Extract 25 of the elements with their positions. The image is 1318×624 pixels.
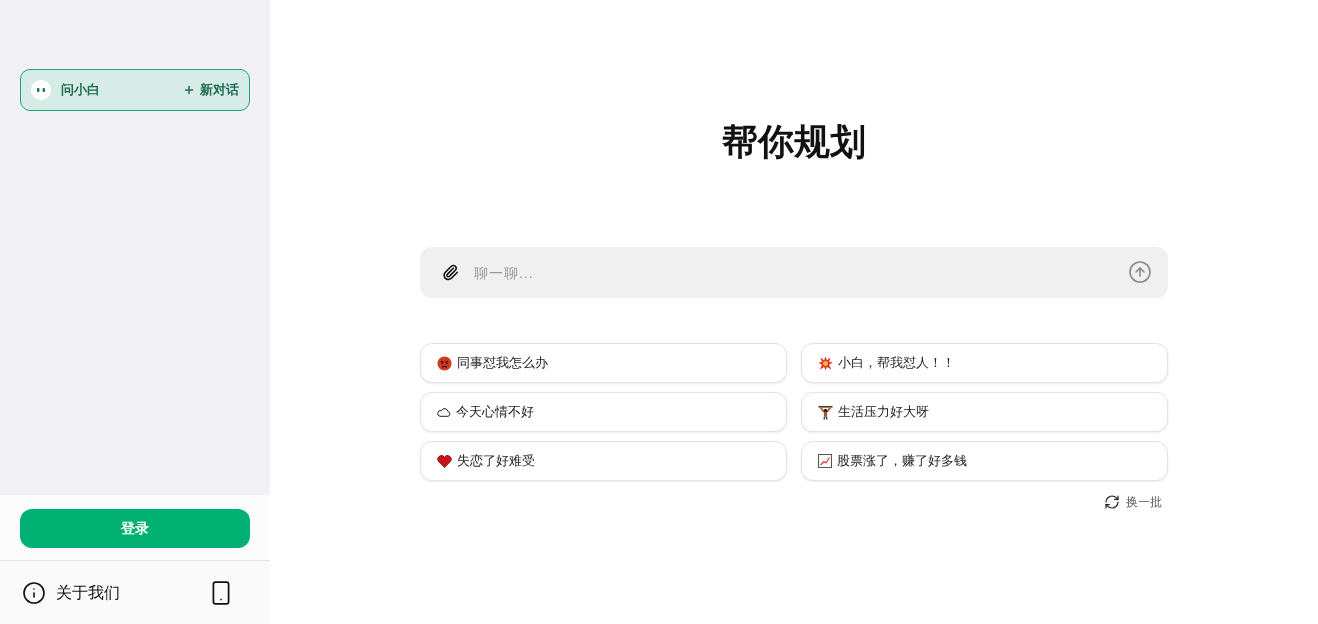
heart-icon (437, 454, 452, 468)
refresh-button[interactable]: 换一批 (1104, 493, 1162, 511)
assistant-chat-button[interactable]: 问小白 新对话 (20, 69, 250, 111)
paperclip-icon[interactable] (442, 264, 459, 281)
cloud-icon (437, 407, 451, 417)
suggestion-card[interactable]: 今天心情不好 (420, 392, 787, 432)
suggestion-card[interactable]: 同事怼我怎么办 (420, 343, 787, 383)
info-icon (22, 580, 46, 605)
chart-increasing-icon (818, 454, 832, 468)
chat-input-field[interactable]: 聊一聊... (420, 247, 1168, 298)
suggestion-card[interactable]: 失恋了好难受 (420, 441, 787, 481)
plus-icon (183, 84, 195, 96)
suggestion-card[interactable]: 股票涨了，赚了好多钱 (801, 441, 1168, 481)
send-icon[interactable] (1128, 260, 1152, 284)
suggestion-card[interactable]: 小白，帮我怼人！！ (801, 343, 1168, 383)
weightlifter-icon (818, 404, 833, 420)
assistant-name: 问小白 (61, 81, 100, 100)
suggestion-card[interactable]: 生活压力好大呀 (801, 392, 1168, 432)
new-chat-button[interactable]: 新对话 (183, 80, 239, 100)
angry-face-icon (437, 355, 452, 371)
about-us-link[interactable]: 关于我们 (56, 580, 120, 605)
refresh-icon (1104, 494, 1120, 510)
collision-icon (818, 355, 833, 371)
page-title: 帮你规划 (722, 120, 866, 164)
avatar-icon (31, 80, 51, 100)
